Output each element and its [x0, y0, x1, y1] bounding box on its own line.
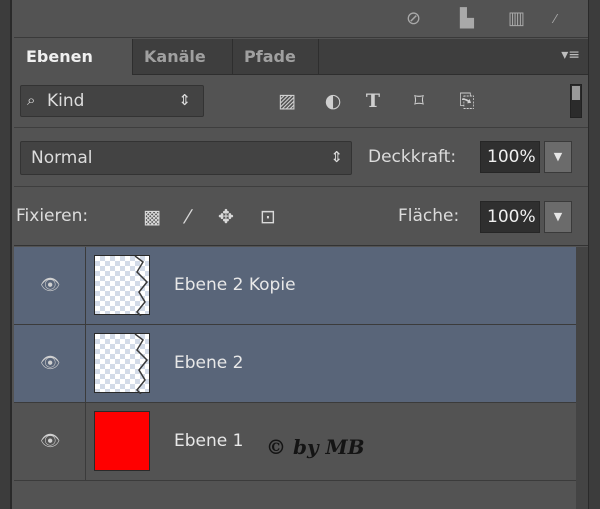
panel-tab-bar: Ebenen Kanäle Pfade ▾≡	[14, 39, 588, 75]
tab-label: Pfade	[244, 47, 296, 66]
visibility-toggle[interactable]: 👁	[14, 325, 86, 402]
watermark-text: © by MB	[266, 435, 365, 459]
eye-icon: 👁	[40, 353, 61, 372]
lock-image-icon[interactable]: ⁄	[176, 205, 200, 229]
filter-kind-select[interactable]: ⌕ Kind ⇕	[20, 85, 204, 117]
layer-thumbnail	[94, 411, 150, 471]
filter-kind-label: Kind	[47, 91, 85, 111]
filter-toggle-switch[interactable]	[570, 84, 582, 118]
tab-label: Kanäle	[144, 47, 206, 66]
adjustment-filter-icon[interactable]: ◐	[320, 90, 346, 112]
fill-input[interactable]: 100%	[480, 201, 540, 233]
opacity-dropdown-button[interactable]: ▼	[544, 141, 572, 173]
layer-row[interactable]: 👁 Ebene 1 © by MB	[14, 403, 576, 481]
smartobject-filter-icon[interactable]: ⎘	[454, 90, 480, 112]
lock-transparent-icon[interactable]: ▩	[140, 205, 164, 229]
layer-row[interactable]: 👁 Ebene 2	[14, 325, 576, 403]
select-arrows-icon: ⇕	[330, 148, 343, 166]
left-panel-edge	[0, 0, 12, 509]
lock-all-icon[interactable]: ⊡	[256, 205, 280, 229]
blend-mode-value: Normal	[31, 148, 93, 168]
image-filter-icon[interactable]: ▨	[274, 90, 300, 112]
fill-dropdown-button[interactable]: ▼	[544, 201, 572, 233]
tab-kanaele[interactable]: Kanäle	[132, 39, 218, 75]
text-filter-icon[interactable]: T	[360, 90, 386, 112]
new-layer-icon[interactable]: ▙	[460, 8, 474, 29]
layer-filter-bar: ⌕ Kind ⇕ ▨ ◐ T ⌑ ⎘	[14, 76, 588, 128]
lock-row: Fixieren: ▩ ⁄ ✥ ⊡ Fläche: 100% ▼	[14, 188, 588, 246]
layer-name: Ebene 2	[174, 353, 244, 373]
layers-list: 👁 Ebene 2 Kopie 👁 Ebene 2 👁 Ebene 1 © by…	[14, 247, 588, 509]
shape-filter-icon[interactable]: ⌑	[406, 90, 432, 112]
panel-scrollbar[interactable]	[588, 0, 600, 509]
blend-mode-select[interactable]: Normal ⇕	[20, 141, 352, 175]
opacity-input[interactable]: 100%	[480, 141, 540, 173]
layers-scrollbar[interactable]	[576, 247, 588, 509]
lock-position-icon[interactable]: ✥	[214, 205, 238, 229]
lock-label: Fixieren:	[16, 206, 89, 226]
fill-label: Fläche:	[398, 206, 460, 226]
eye-icon: 👁	[40, 275, 61, 294]
tab-label: Ebenen	[26, 47, 93, 66]
layer-name: Ebene 1	[174, 431, 244, 451]
visibility-toggle[interactable]: 👁	[14, 247, 86, 324]
opacity-label: Deckkraft:	[368, 147, 457, 167]
eye-icon: 👁	[40, 431, 61, 450]
layer-thumbnail	[94, 255, 150, 316]
blend-mode-row: Normal ⇕ Deckkraft: 100% ▼	[14, 129, 588, 187]
layer-name: Ebene 2 Kopie	[174, 275, 296, 295]
no-entry-icon[interactable]: ⊘	[406, 8, 421, 29]
resize-grip-icon[interactable]: ⁄	[554, 12, 556, 26]
select-arrows-icon: ⇕	[178, 91, 191, 109]
search-icon: ⌕	[27, 91, 36, 109]
panel-menu-icon[interactable]: ▾≡	[561, 47, 580, 63]
panel-top-strip: ⊘ ▙ ▥ ⁄	[14, 0, 588, 38]
visibility-toggle[interactable]: 👁	[14, 403, 86, 480]
tab-pfade[interactable]: Pfade	[232, 39, 308, 75]
layer-row[interactable]: 👁 Ebene 2 Kopie	[14, 247, 576, 325]
layer-thumbnail	[94, 333, 150, 394]
tab-ebenen[interactable]: Ebenen	[14, 39, 132, 75]
trash-icon[interactable]: ▥	[508, 8, 525, 29]
